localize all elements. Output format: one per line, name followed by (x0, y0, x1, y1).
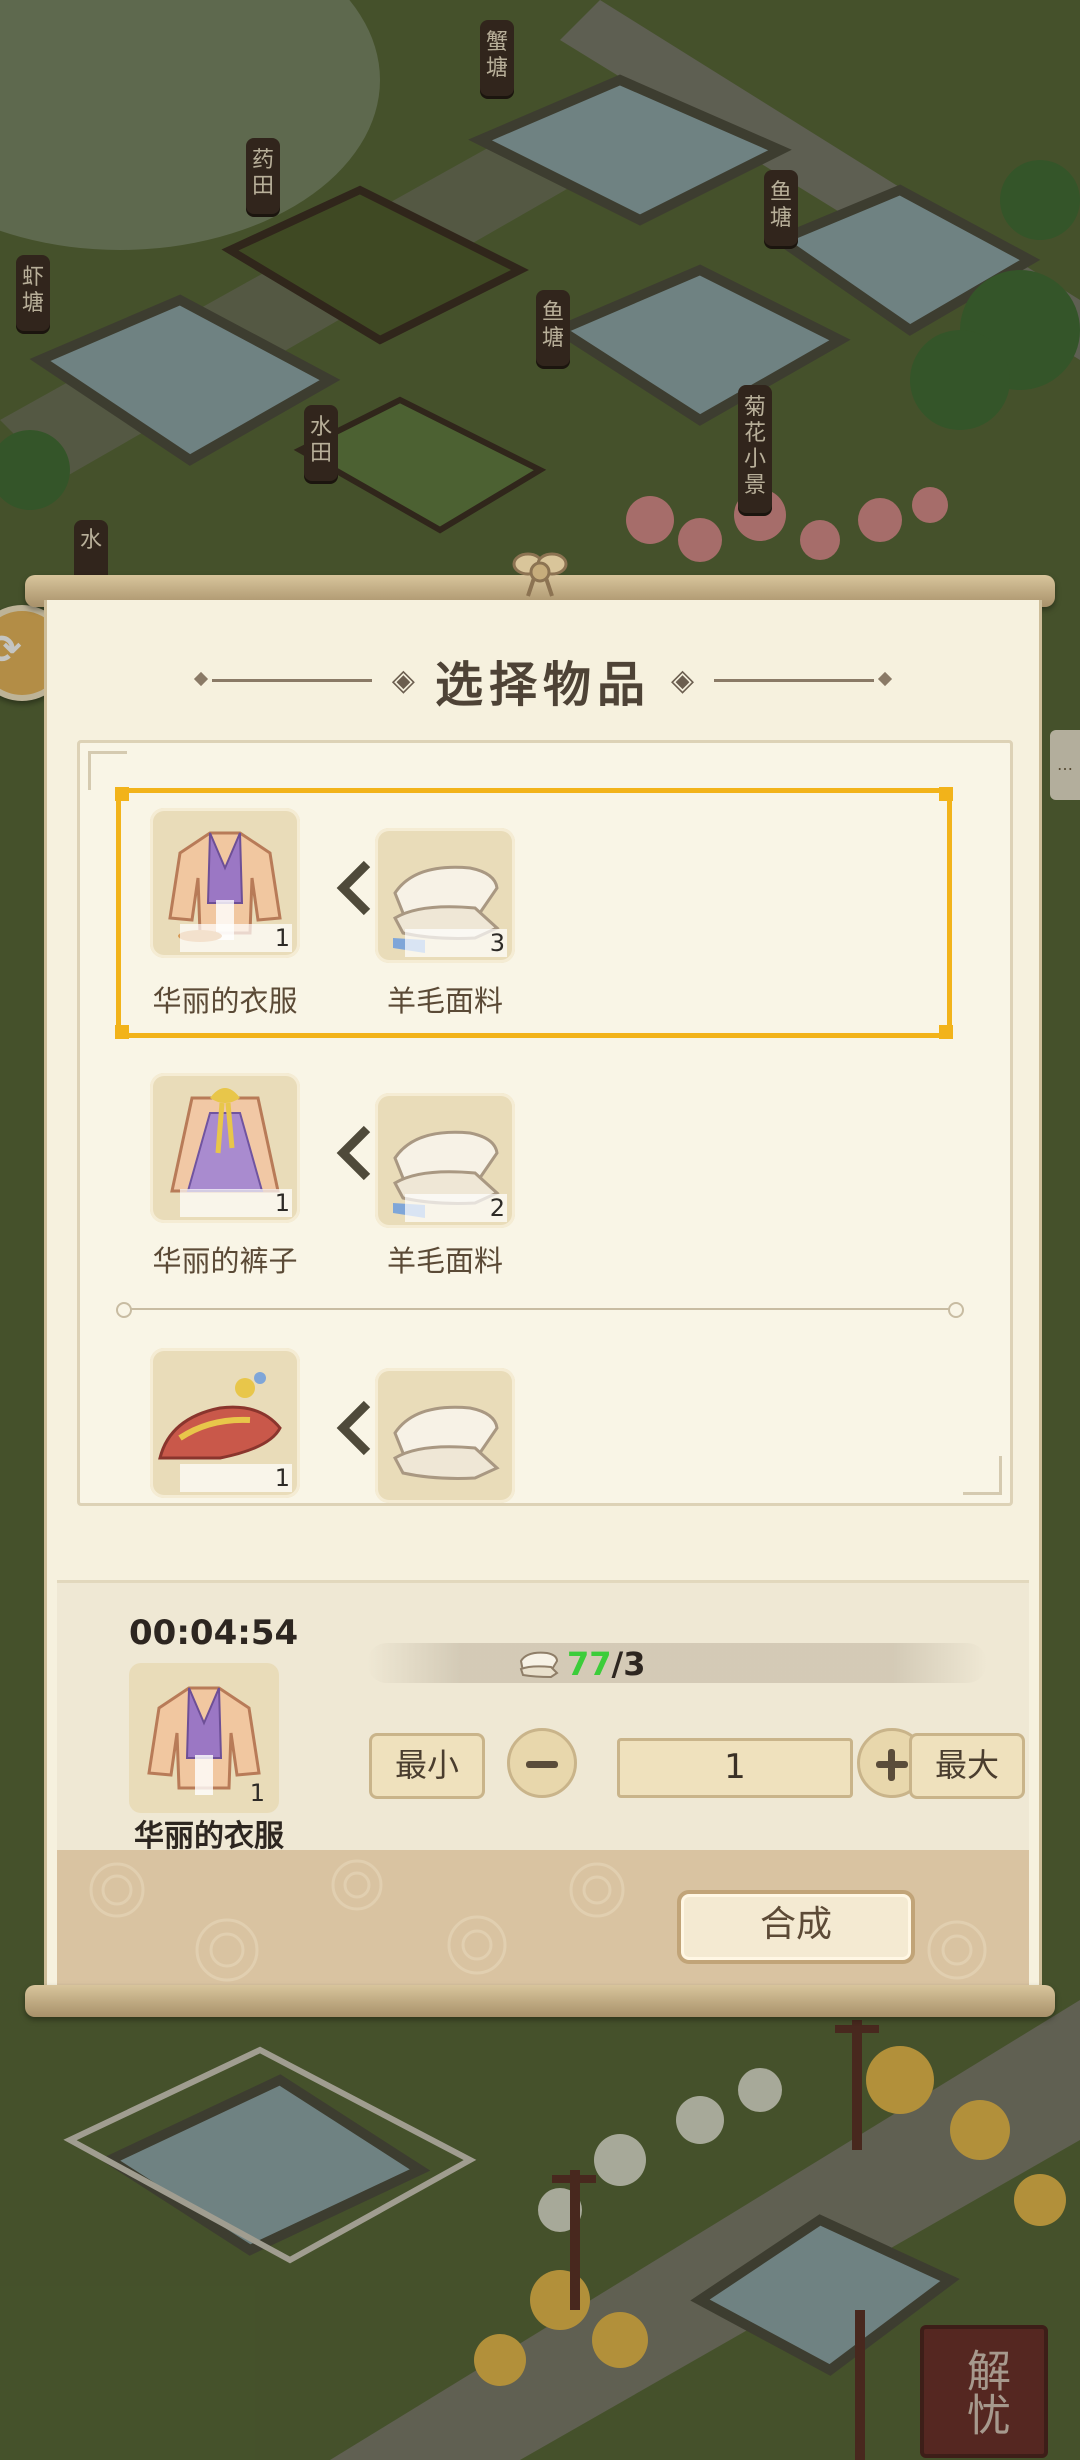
recipe-row[interactable]: 1 (120, 1338, 960, 1503)
recipe-row[interactable]: 1 2 华丽的裤子 羊毛面料 (120, 1063, 960, 1313)
dialog-footer: 合成 (57, 1850, 1029, 1990)
product-card[interactable]: 1 (150, 1348, 300, 1498)
dialog-title: 选择物品 (434, 657, 651, 713)
craft-confirm-button[interactable]: 合成 (677, 1890, 915, 1964)
minus-icon (526, 1761, 558, 1768)
material-card[interactable]: 3 (375, 828, 515, 963)
select-item-dialog: ◈ 选择物品 ◈ 1 3 华丽的衣服 羊毛面料 1 2 华丽的裤子 羊毛面料 1… (44, 600, 1042, 1990)
craft-timer: 00:04:54 (129, 1613, 299, 1653)
arrow-left-icon (336, 1125, 371, 1181)
product-card[interactable]: 1 (150, 1073, 300, 1223)
product-name: 华丽的衣服 (152, 984, 298, 1018)
ornament-icon: ◈ (391, 662, 415, 698)
title-divider-left (211, 678, 372, 682)
craft-item-card: 1 (129, 1663, 279, 1813)
arrow-left-icon (336, 1400, 371, 1456)
max-button[interactable]: 最大 (909, 1733, 1025, 1799)
recipe-list[interactable]: 1 3 华丽的衣服 羊毛面料 1 2 华丽的裤子 羊毛面料 1 (77, 740, 1013, 1506)
scroll-bottom-rod (25, 1985, 1055, 2017)
material-requirement: 77/3 (367, 1643, 987, 1683)
title-divider-right (714, 678, 875, 682)
craft-item-name: 华丽的衣服 (134, 1819, 284, 1854)
min-button[interactable]: 最小 (369, 1733, 485, 1799)
material-name: 羊毛面料 (386, 1244, 503, 1278)
dialog-header: ◈ 选择物品 ◈ (47, 650, 1039, 713)
arrow-left-icon (336, 860, 371, 916)
wool-fabric-icon (393, 1405, 500, 1480)
material-card[interactable] (375, 1368, 515, 1503)
quantity-input[interactable]: 1 (617, 1738, 853, 1798)
list-divider (116, 1302, 964, 1318)
material-name: 羊毛面料 (386, 984, 503, 1018)
product-card[interactable]: 1 (150, 808, 300, 958)
material-qty: 2 (489, 1194, 505, 1222)
frame-corner (88, 751, 127, 790)
decrease-button[interactable] (507, 1728, 577, 1798)
wool-fabric-icon (519, 1651, 559, 1679)
product-qty: 1 (274, 1189, 290, 1217)
material-qty: 3 (489, 929, 505, 957)
craft-panel: 00:04:54 1 华丽的衣服 77/3 最小 1 最大 (57, 1580, 1029, 1854)
product-name: 华丽的裤子 (152, 1244, 298, 1278)
ornament-icon: ◈ (671, 662, 695, 698)
product-qty: 1 (274, 924, 290, 952)
material-count: 77/3 (567, 1645, 646, 1683)
craft-item-qty: 1 (249, 1779, 265, 1807)
recipe-row[interactable]: 1 3 华丽的衣服 羊毛面料 (115, 787, 960, 1039)
material-card[interactable]: 2 (375, 1093, 515, 1228)
frame-corner (963, 1456, 1002, 1495)
product-qty: 1 (274, 1464, 290, 1492)
scroll-knot-icon (512, 552, 568, 597)
